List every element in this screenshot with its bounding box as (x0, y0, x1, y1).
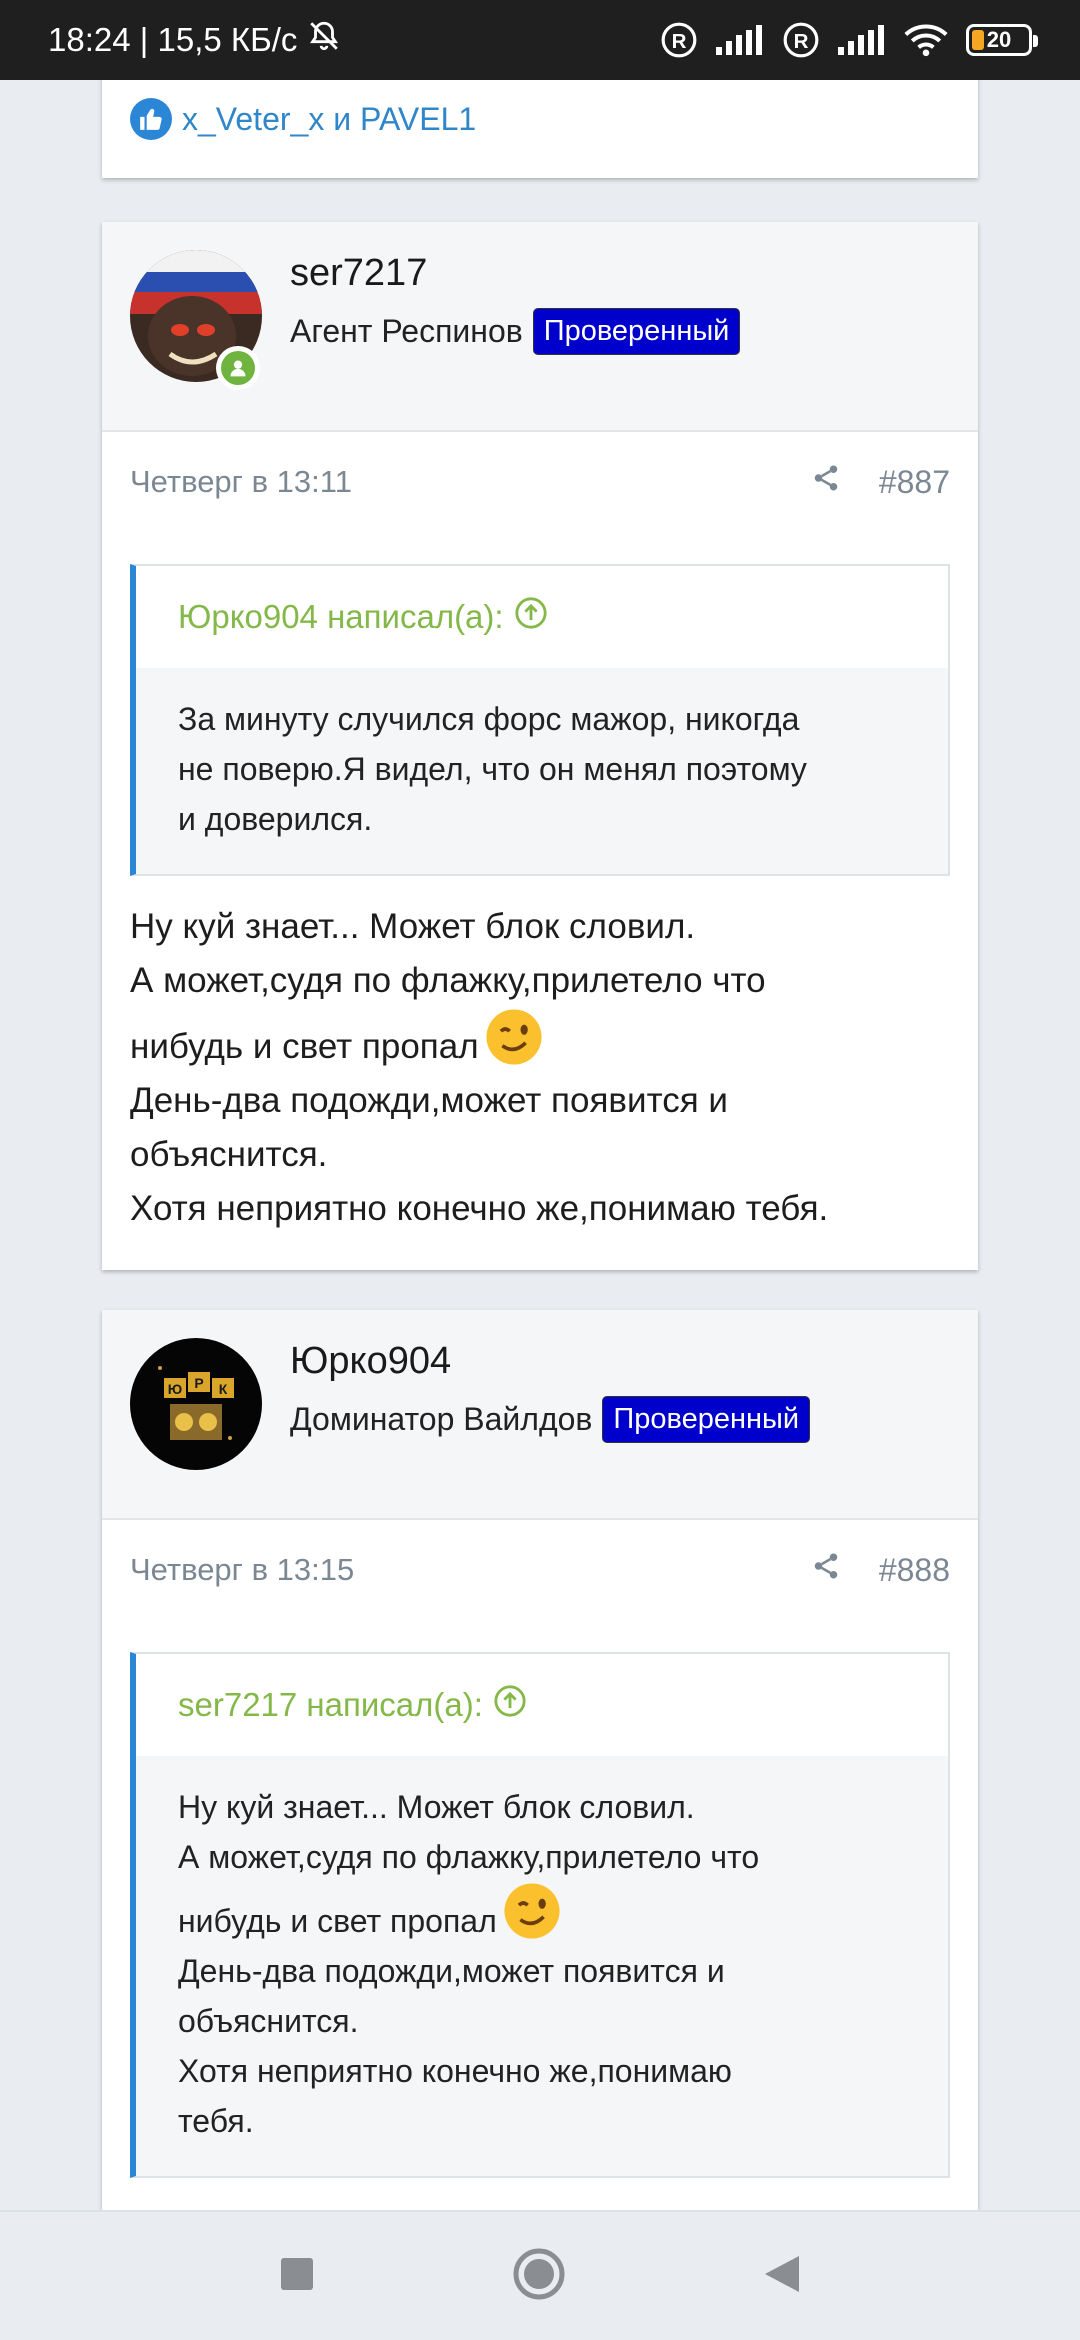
body-line: нибудь и свет пропал (130, 1027, 479, 1066)
likes-card: x_Veter_x и PAVEL1 (102, 80, 978, 178)
thread-content[interactable]: x_Veter_x и PAVEL1 ser7217 Агент Респино… (0, 80, 1080, 2210)
wink-emoji-icon (486, 1009, 542, 1065)
quote-line: нибудь и свет пропал (178, 1903, 497, 1939)
quote-header[interactable]: ser7217 написал(а): (136, 1654, 948, 1756)
user-title: Доминатор Вайлдов (290, 1401, 593, 1437)
status-bar: 18:24 | 15,5 КБ/с R R 20 (0, 0, 1080, 80)
quote-line: и доверился. (178, 801, 373, 837)
status-time-speed: 18:24 | 15,5 КБ/с (48, 21, 298, 58)
quote-line: А может,судя по флажку,прилетело что (178, 1839, 760, 1875)
post-date-link[interactable]: Четверг в 13:15 (130, 1552, 811, 1588)
username-link[interactable]: ser7217 (290, 252, 427, 295)
signal-icon (716, 25, 764, 55)
quote-line: Ну куй знает... Может блок словил. (178, 1789, 695, 1825)
wifi-icon (904, 23, 948, 57)
wink-emoji-icon (504, 1883, 560, 1939)
arrow-up-circle-icon[interactable] (493, 1684, 527, 1726)
post-body: Ну куй знает... Может блок словил. А мож… (102, 876, 978, 1266)
svg-text:R: R (794, 30, 809, 53)
quote-block: Юрко904 написал(а): За минуту случился ф… (130, 564, 950, 876)
post-header: Ю Р К Юрко904 Доминатор Вайлдов Проверен… (102, 1310, 978, 1520)
battery-level: 20 (986, 27, 1012, 52)
reactions-row[interactable]: x_Veter_x и PAVEL1 (130, 98, 978, 140)
post-number-link[interactable]: #888 (879, 1552, 950, 1589)
verified-badge: Проверенный (532, 308, 741, 355)
post-date-link[interactable]: Четверг в 13:11 (130, 464, 811, 500)
online-status-icon (216, 346, 260, 390)
battery-icon: 20 (966, 24, 1038, 56)
quote-header[interactable]: Юрко904 написал(а): (136, 566, 948, 668)
body-line: День-два подожди,может появится и (130, 1081, 728, 1120)
avatar[interactable]: Ю Р К (130, 1338, 262, 1470)
quote-author[interactable]: Юрко904 написал(а): (178, 598, 504, 636)
quote-text: За минуту случился форс мажор, никогда н… (136, 668, 948, 874)
post-meta: Четверг в 13:15 #888 (102, 1520, 978, 1620)
likes-users-link[interactable]: x_Veter_x и PAVEL1 (182, 101, 476, 138)
quote-line: За минуту случился форс мажор, никогда (178, 701, 800, 737)
body-line: Хотя неприятно конечно же,понимаю тебя. (130, 1189, 829, 1228)
user-title-row: Доминатор Вайлдов Проверенный (290, 1396, 811, 1443)
svg-text:К: К (219, 1381, 228, 1397)
share-icon[interactable] (811, 1551, 841, 1589)
registered-icon-2: R (782, 21, 820, 59)
body-line: Ну куй знает... Может блок словил. (130, 907, 696, 946)
body-line: А может,судя по флажку,прилетело что (130, 961, 766, 1000)
quote-text: Ну куй знает... Может блок словил. А мож… (136, 1756, 948, 2176)
post-887: ser7217 Агент Респинов Проверенный Четве… (102, 222, 978, 1270)
post-header: ser7217 Агент Респинов Проверенный (102, 222, 978, 432)
svg-text:Ю: Ю (168, 1381, 182, 1397)
share-icon[interactable] (811, 463, 841, 501)
quote-author[interactable]: ser7217 написал(а): (178, 1686, 483, 1724)
quote-line-with-emoji: нибудь и свет пропал (178, 1882, 906, 1946)
username-link[interactable]: Юрко904 (290, 1340, 451, 1383)
verified-badge: Проверенный (602, 1396, 811, 1443)
svg-text:Р: Р (194, 1375, 203, 1391)
home-button[interactable] (512, 2247, 566, 2306)
post-number-link[interactable]: #887 (879, 464, 950, 501)
status-right: R R 20 (660, 21, 1038, 59)
arrow-up-circle-icon[interactable] (514, 596, 548, 638)
registered-icon: R (660, 21, 698, 59)
status-left: 18:24 | 15,5 КБ/с (48, 19, 341, 61)
mute-bell-icon (307, 19, 341, 61)
like-icon (130, 98, 172, 140)
body-line: объяснится. (130, 1135, 328, 1174)
quote-line: Хотя неприятно конечно же,понимаю (178, 2053, 732, 2089)
post-888: Ю Р К Юрко904 Доминатор Вайлдов Проверен… (102, 1310, 978, 2210)
quote-line: День-два подожди,может появится и (178, 1953, 725, 1989)
post-meta: Четверг в 13:11 #887 (102, 432, 978, 532)
quote-line: объяснится. (178, 2003, 359, 2039)
quote-line: тебя. (178, 2103, 254, 2139)
quote-block: ser7217 написал(а): Ну куй знает... Може… (130, 1652, 950, 2178)
system-nav-bar (0, 2210, 1080, 2340)
body-line-with-emoji: нибудь и свет пропал (130, 1008, 950, 1074)
user-title: Агент Респинов (290, 313, 523, 349)
svg-text:R: R (672, 30, 687, 53)
user-title-row: Агент Респинов Проверенный (290, 308, 741, 355)
quote-line: не поверю.Я видел, что он менял поэтому (178, 751, 807, 787)
signal-icon-2 (838, 25, 886, 55)
recents-button[interactable] (279, 2256, 315, 2297)
back-button[interactable] (763, 2254, 801, 2299)
